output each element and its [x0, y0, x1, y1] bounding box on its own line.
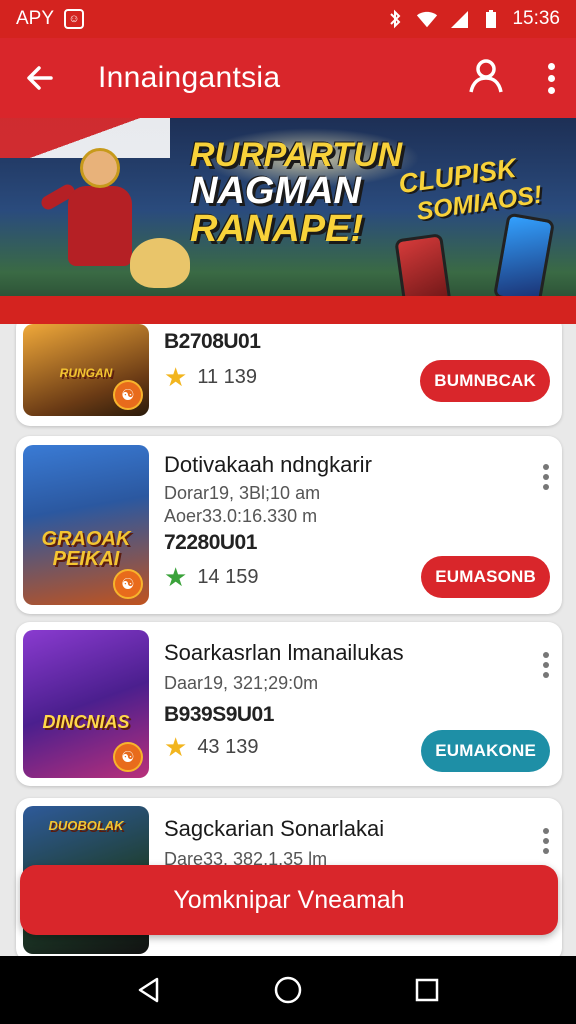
game-title: Dotivakaah ndngkarir: [164, 452, 372, 477]
list-item[interactable]: DINCNIAS ☯ Soarkasrlan lmanailukas Daar1…: [16, 622, 562, 786]
list-item[interactable]: GRAOAK PEIKAI ☯ Dotivakaah ndngkarir Dor…: [16, 436, 562, 614]
bluetooth-icon: [390, 9, 401, 29]
primary-action-button[interactable]: Yomknipar Vneamah: [20, 865, 558, 935]
wifi-icon: [417, 11, 438, 28]
nav-back-icon[interactable]: [129, 970, 169, 1010]
nav-home-icon[interactable]: [268, 970, 308, 1010]
system-nav-bar: [0, 956, 576, 1024]
app-badge-icon: ☺: [64, 9, 85, 29]
thumbnail-logo: RUNGAN: [59, 366, 113, 380]
banner-title-line1: RURPARTUN: [190, 136, 403, 174]
pet-character-illustration: [130, 238, 190, 288]
coin-icon: ☯: [113, 380, 143, 410]
game-meta-line: Aoer33.0:16.330 m: [164, 505, 318, 526]
action-button[interactable]: BUMNBCAK: [420, 360, 550, 402]
more-options-icon[interactable]: [542, 464, 550, 490]
game-list[interactable]: RUNGAN ☯ B2708U01 ★ 11 139 BUMNBCAK GRAO…: [0, 324, 576, 956]
battery-icon: [486, 10, 497, 28]
rating-value: 14 159: [197, 565, 259, 588]
star-icon: ★: [164, 732, 188, 762]
coin-icon: ☯: [113, 569, 143, 599]
promo-banner[interactable]: RURPARTUN NAGMAN RANAPE! CLUPISK SOMIAOS…: [0, 118, 576, 324]
account-icon[interactable]: [466, 56, 506, 101]
rating-value: 43 139: [197, 735, 259, 758]
game-code: 72280U01: [164, 531, 257, 554]
banner-stripe: [0, 296, 576, 324]
game-code: B939S9U01: [164, 702, 274, 726]
action-button[interactable]: EUMAKONE: [421, 730, 550, 772]
thumbnail-logo: GRAOAK PEIKAI: [41, 528, 131, 570]
thumbnail-logo: DUOBOLAK: [48, 818, 124, 833]
game-thumbnail: RUNGAN ☯: [23, 324, 149, 416]
back-arrow-icon[interactable]: [20, 58, 60, 98]
banner-title: RURPARTUN NAGMAN RANAPE!: [190, 136, 403, 250]
game-title: Sagckarian Sonarlakai: [164, 816, 385, 841]
list-item[interactable]: RUNGAN ☯ B2708U01 ★ 11 139 BUMNBCAK: [16, 324, 562, 426]
app-bar: Innaingantsia: [0, 38, 576, 118]
status-bar: APY ☺ 15:36: [0, 0, 576, 38]
phone-illustration: [492, 212, 556, 306]
game-thumbnail: GRAOAK PEIKAI ☯: [23, 445, 149, 605]
banner-title-line2: NAGMAN: [190, 170, 361, 212]
clock: 15:36: [512, 8, 560, 29]
banner-title-line3: RANAPE!: [190, 208, 364, 250]
game-meta-line: Dorar19, 3Bl;10 am: [164, 483, 321, 503]
signal-icon: [451, 11, 469, 28]
star-icon: ★: [164, 562, 188, 592]
thumbnail-logo: DINCNIAS: [42, 712, 130, 732]
rating-value: 11 139: [197, 365, 257, 388]
banner-subtitle: CLUPISK SOMIAOS!: [397, 147, 564, 229]
rating: ★ 14 159: [164, 564, 258, 590]
page-title: Innaingantsia: [98, 61, 281, 94]
more-options-icon[interactable]: [542, 828, 550, 854]
more-vert-icon[interactable]: [546, 62, 556, 94]
game-thumbnail: DINCNIAS ☯: [23, 630, 149, 778]
more-options-icon[interactable]: [542, 652, 550, 678]
game-title: Soarkasrlan lmanailukas: [164, 640, 404, 665]
action-button[interactable]: EUMASONB: [421, 556, 550, 598]
rating: ★ 11 139: [164, 364, 257, 390]
game-meta-line: Daar19, 321;29:0m: [164, 673, 319, 693]
coin-icon: ☯: [113, 742, 143, 772]
game-code: B2708U01: [164, 330, 261, 353]
carrier-label: APY: [16, 8, 55, 29]
rating: ★ 43 139: [164, 734, 258, 760]
star-icon: ★: [164, 362, 188, 392]
nav-recents-icon[interactable]: [407, 970, 447, 1010]
